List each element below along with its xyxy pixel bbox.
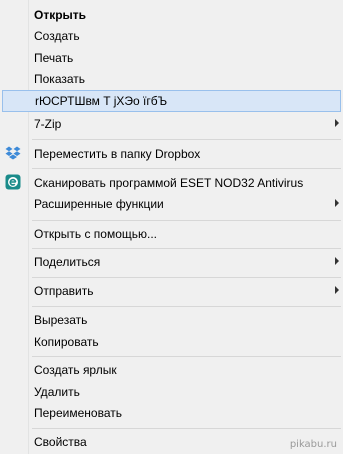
menu-item-label: Расширенные функции — [34, 197, 164, 211]
menu-item-label: rЮСРТШвм T jXЭo ïгбЪ — [35, 94, 168, 108]
submenu-arrow-icon — [335, 286, 339, 294]
menu-item-label: Открыть с помощью... — [34, 227, 158, 241]
menu-item-label: Открыть — [34, 8, 87, 22]
menu-item-create[interactable]: Создать — [2, 25, 341, 47]
context-menu: Открыть Создать Печать Показать rЮСРТШвм… — [0, 0, 343, 454]
watermark: pikabu.ru — [289, 439, 337, 450]
menu-item-label: Переименовать — [34, 406, 122, 420]
menu-item-show[interactable]: Показать — [2, 68, 341, 90]
menu-separator — [32, 220, 341, 221]
menu-item-7zip[interactable]: 7-Zip — [2, 113, 341, 135]
menu-item-share[interactable]: Поделиться — [2, 251, 341, 273]
submenu-arrow-icon — [335, 199, 339, 207]
menu-item-label: Копировать — [34, 335, 99, 349]
menu-separator — [32, 248, 341, 249]
menu-item-label: Создать ярлык — [34, 363, 117, 377]
menu-item-delete[interactable]: Удалить — [2, 381, 341, 403]
submenu-arrow-icon — [335, 119, 339, 127]
menu-item-label: Отправить — [34, 284, 94, 298]
menu-item-cut[interactable]: Вырезать — [2, 309, 341, 331]
menu-item-label: Сканировать программой ESET NOD32 Antivi… — [34, 176, 304, 190]
menu-item-label: Вырезать — [34, 313, 88, 327]
menu-item-garbled[interactable]: rЮСРТШвм T jXЭo ïгбЪ — [2, 90, 341, 112]
menu-item-open[interactable]: Открыть — [2, 4, 341, 26]
eset-icon — [5, 174, 21, 190]
dropbox-icon — [5, 145, 21, 161]
menu-item-send-to[interactable]: Отправить — [2, 280, 341, 302]
menu-item-label: Создать — [34, 29, 80, 43]
menu-item-eset-scan[interactable]: Сканировать программой ESET NOD32 Antivi… — [2, 172, 341, 194]
submenu-arrow-icon — [335, 257, 339, 265]
menu-separator — [32, 428, 341, 429]
menu-item-label: Показать — [34, 72, 86, 86]
menu-item-label: 7-Zip — [34, 117, 62, 131]
menu-item-label: Поделиться — [34, 255, 101, 269]
menu-item-dropbox[interactable]: Переместить в папку Dropbox — [2, 143, 341, 165]
menu-separator — [32, 277, 341, 278]
menu-item-label: Печать — [34, 51, 74, 65]
menu-item-open-with[interactable]: Открыть с помощью... — [2, 223, 341, 245]
menu-item-create-shortcut[interactable]: Создать ярлык — [2, 359, 341, 381]
menu-item-label: Удалить — [34, 385, 80, 399]
menu-separator — [32, 306, 341, 307]
menu-item-label: Переместить в папку Dropbox — [34, 147, 201, 161]
menu-separator — [32, 356, 341, 357]
menu-separator — [32, 168, 341, 169]
menu-item-eset-advanced[interactable]: Расширенные функции — [2, 193, 341, 215]
menu-item-rename[interactable]: Переименовать — [2, 402, 341, 424]
menu-item-copy[interactable]: Копировать — [2, 331, 341, 353]
menu-item-print[interactable]: Печать — [2, 47, 341, 69]
menu-separator — [32, 139, 341, 140]
menu-item-label: Свойства — [34, 435, 87, 449]
